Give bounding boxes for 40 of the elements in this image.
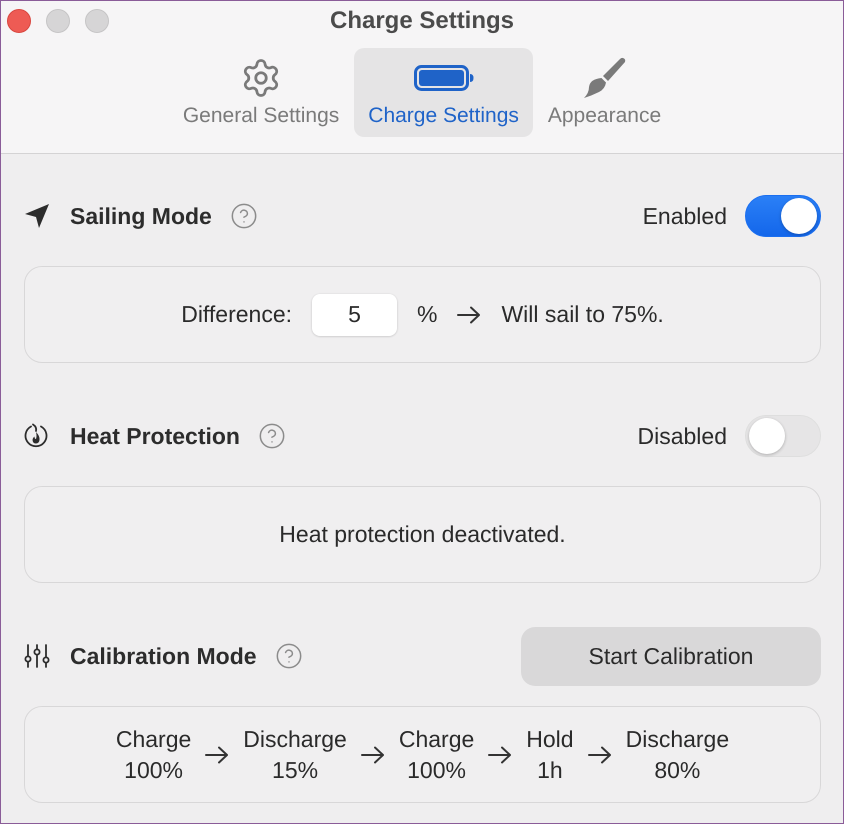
close-button[interactable] [7,9,31,33]
status-message: Heat protection deactivated. [279,521,566,548]
status-label: Enabled [642,202,727,230]
arrow-right-icon [457,306,482,324]
paintbrush-icon [582,57,626,99]
unit-label: % [417,301,438,328]
step-target: 80% [654,756,700,784]
paper-plane-icon [24,203,50,229]
flame-icon [24,423,48,449]
battery-icon [414,65,474,91]
step-action: Discharge [243,724,347,754]
arrow-right-icon [488,746,512,764]
difference-input[interactable]: 5 [312,294,398,336]
section-title: Calibration Mode [70,642,257,670]
field-label: Difference: [181,301,292,328]
help-icon[interactable] [258,422,286,450]
toolbar-tab[interactable]: General Settings [168,48,354,137]
arrow-right-icon [588,746,612,764]
start-calibration-button[interactable]: Start Calibration [521,626,821,686]
sliders-icon [24,643,50,669]
step-target: 15% [272,756,318,784]
step-action: Charge [398,724,474,754]
step-action: Hold [526,724,574,754]
result-text: Will sail to 75%. [501,301,664,328]
section-title: Sailing Mode [70,202,212,230]
toolbar-tab[interactable]: Charge Settings [354,48,533,137]
window-title: Charge Settings [330,7,514,35]
arrow-right-icon [360,746,385,764]
step-action: Discharge [626,724,730,754]
step-target: 100% [407,756,466,784]
toggle-switch[interactable] [745,195,821,237]
toolbar-tab[interactable]: Appearance [534,48,676,137]
help-icon[interactable] [230,202,258,230]
step-target: 100% [124,756,183,784]
step-action: Charge [116,724,192,754]
status-label: Disabled [638,422,727,450]
section-title: Heat Protection [70,422,240,450]
help-icon[interactable] [274,642,303,670]
step-target: 1h [537,756,563,784]
arrow-right-icon [205,746,230,764]
